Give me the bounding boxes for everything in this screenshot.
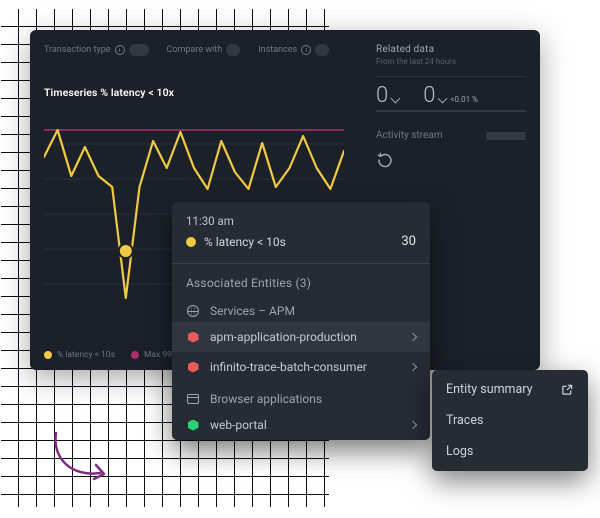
- activity-pill: [486, 132, 526, 140]
- filter-transaction-type[interactable]: Transaction type i: [44, 44, 149, 56]
- metric-value: 0: [423, 83, 435, 108]
- submenu-traces[interactable]: Traces: [432, 405, 588, 436]
- entities-group-services: Services – APM: [172, 294, 430, 322]
- chevron-right-icon: [409, 333, 417, 341]
- tooltip-metric-value: 30: [401, 234, 416, 249]
- entity-row-infinito-trace[interactable]: infinito-trace-batch-consumer: [172, 352, 430, 382]
- filter-pill: [129, 44, 149, 56]
- hexagon-icon: [186, 360, 200, 374]
- chevron-right-icon: [409, 421, 417, 429]
- chart-title: Timeseries % latency < 10x: [44, 86, 344, 99]
- chart-legend: % latency < 10s Max 99.99: [44, 350, 184, 360]
- globe-icon: [186, 304, 200, 318]
- activity-stream-label: Activity stream: [376, 130, 442, 141]
- metric-pct: <0.01 %: [450, 95, 478, 104]
- metric-b[interactable]: 0 <0.01 %: [423, 83, 478, 108]
- filter-compare-with[interactable]: Compare with: [167, 44, 241, 56]
- associated-entities-header: Associated Entities (3): [172, 264, 430, 294]
- entity-row-web-portal[interactable]: web-portal: [172, 410, 430, 440]
- swatch-yellow: [186, 237, 196, 247]
- submenu-label: Entity summary: [446, 382, 533, 397]
- chevron-right-icon: [409, 363, 417, 371]
- group-label: Browser applications: [210, 392, 416, 406]
- entity-row-apm-production[interactable]: apm-application-production: [172, 322, 430, 352]
- filter-instances[interactable]: Instances i: [258, 44, 329, 56]
- filter-label: Compare with: [167, 45, 223, 55]
- swatch-yellow: [44, 351, 52, 359]
- info-icon: i: [301, 45, 311, 55]
- filter-pill: [226, 44, 240, 56]
- hexagon-icon: [186, 418, 200, 432]
- submenu-entity-summary[interactable]: Entity summary: [432, 374, 588, 405]
- undo-button[interactable]: [376, 151, 526, 169]
- entities-group-browser: Browser applications: [172, 382, 430, 410]
- related-data-panel: Related data From the last 24 hours 0 0 …: [376, 44, 526, 169]
- external-link-icon: [561, 383, 574, 396]
- entity-name: web-portal: [210, 418, 400, 432]
- submenu-logs[interactable]: Logs: [432, 436, 588, 467]
- legend-item-latency: % latency < 10s: [44, 350, 115, 360]
- related-data-title: Related data: [376, 44, 526, 55]
- tooltip-time: 11:30 am: [186, 214, 416, 228]
- legend-label: % latency < 10s: [57, 350, 115, 360]
- related-data-subtitle: From the last 24 hours: [376, 57, 526, 66]
- submenu-label: Logs: [446, 444, 473, 459]
- metric-a[interactable]: 0: [376, 83, 399, 108]
- filter-label: Instances: [258, 45, 297, 55]
- browser-icon: [186, 392, 200, 406]
- submenu-label: Traces: [446, 413, 483, 428]
- entity-name: apm-application-production: [210, 330, 400, 344]
- entity-name: infinito-trace-batch-consumer: [210, 360, 400, 374]
- filter-label: Transaction type: [44, 45, 111, 55]
- group-label: Services – APM: [210, 304, 416, 318]
- entity-submenu: Entity summary Traces Logs: [432, 370, 588, 471]
- chevron-down-icon: [438, 94, 448, 104]
- filter-pill: [315, 44, 329, 56]
- datapoint-popover: 11:30 am % latency < 10s 30 Associated E…: [172, 202, 430, 440]
- swatch-pink: [131, 351, 139, 359]
- decorative-arrow: [50, 425, 120, 499]
- tooltip-metric-label: % latency < 10s: [204, 235, 286, 249]
- hexagon-icon: [186, 330, 200, 344]
- chevron-down-icon: [391, 94, 401, 104]
- metric-value: 0: [376, 83, 388, 108]
- info-icon: i: [115, 45, 125, 55]
